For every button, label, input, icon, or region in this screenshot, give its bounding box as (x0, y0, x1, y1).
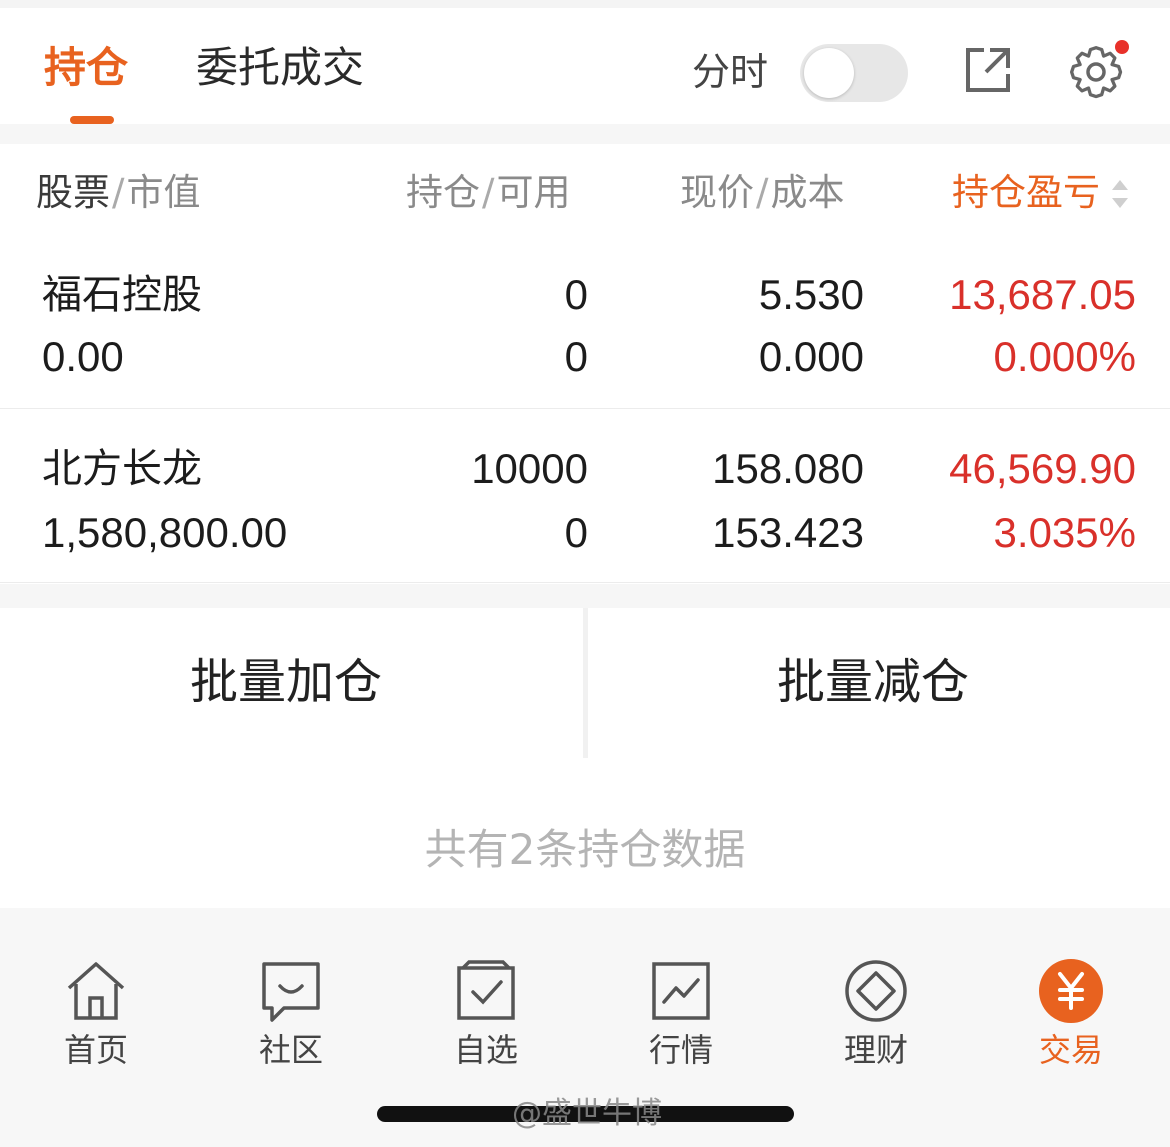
pnl-percent: 3.035% (993, 509, 1136, 556)
sort-icon[interactable] (1108, 174, 1132, 214)
pnl-percent: 0.000% (993, 333, 1136, 380)
watchlist-icon (457, 960, 515, 1020)
nav-label: 行情 (648, 1031, 713, 1069)
header-available-label: 可用 (496, 171, 571, 214)
current-price: 5.530 (758, 271, 864, 318)
batch-add-button[interactable]: 批量加仓 (190, 650, 382, 714)
section-divider (0, 584, 1170, 608)
intraday-toggle-label: 分时 (692, 50, 769, 94)
market-icon (652, 962, 710, 1020)
header-market-value-label: 市值 (126, 171, 201, 214)
column-header-price: 现价/成本 (680, 171, 845, 214)
nav-trade[interactable]: 交易 (1011, 958, 1131, 1070)
nav-wealth[interactable]: 理财 (816, 958, 936, 1070)
tab-orders[interactable]: 委托成交 (196, 42, 364, 94)
column-header-stock: 股票/市值 (36, 171, 201, 214)
nav-community[interactable]: 社区 (231, 958, 351, 1070)
position-qty: 10000 (471, 445, 588, 492)
active-tab-indicator (70, 116, 114, 124)
header-cost-label: 成本 (770, 171, 845, 214)
community-icon (262, 962, 320, 1022)
nav-home[interactable]: 首页 (36, 958, 156, 1070)
tab-holdings[interactable]: 持仓 (44, 42, 128, 94)
pnl-amount: 13,687.05 (949, 271, 1136, 318)
header-pnl-label: 持仓盈亏 (952, 171, 1100, 214)
available-qty: 0 (564, 509, 588, 556)
notification-dot (1115, 40, 1129, 54)
home-icon (67, 962, 125, 1020)
pnl-amount: 46,569.90 (949, 445, 1136, 492)
current-price: 158.080 (712, 445, 864, 492)
nav-label: 首页 (63, 1031, 128, 1069)
cost-price: 153.423 (712, 509, 864, 556)
nav-watchlist[interactable]: 自选 (426, 958, 546, 1070)
status-strip (0, 0, 1170, 8)
top-header: 持仓 委托成交 分时 (0, 8, 1170, 124)
share-external-icon[interactable] (962, 44, 1014, 96)
nav-label: 自选 (453, 1031, 518, 1069)
nav-label: 理财 (843, 1031, 908, 1069)
header-position-label: 持仓 (406, 171, 480, 214)
nav-label: 社区 (258, 1031, 323, 1069)
stock-name: 福石控股 (42, 272, 202, 318)
available-qty: 0 (564, 333, 588, 380)
stock-name: 北方长龙 (42, 446, 202, 492)
market-value: 0.00 (42, 333, 124, 380)
market-value: 1,580,800.00 (42, 509, 288, 556)
holding-row[interactable]: 北方长龙 1,580,800.00 10000 0 158.080 153.42… (0, 410, 1170, 583)
nav-label: 交易 (1038, 1031, 1103, 1069)
cost-price: 0.000 (758, 333, 864, 380)
holding-row[interactable]: 福石控股 0.00 0 0 5.530 0.000 13,687.05 0.00… (0, 246, 1170, 409)
batch-actions: 批量加仓 批量减仓 (0, 608, 1170, 760)
section-divider (0, 124, 1170, 144)
column-header-pnl[interactable]: 持仓盈亏 (952, 170, 1100, 216)
column-header-position: 持仓/可用 (406, 171, 571, 214)
header-price-label: 现价 (680, 171, 754, 214)
intraday-toggle[interactable] (800, 44, 908, 102)
gear-icon[interactable] (1066, 38, 1130, 102)
watermark: @盛世牛博 (512, 1096, 662, 1131)
header-stock-label: 股票 (36, 171, 110, 214)
batch-reduce-button[interactable]: 批量减仓 (777, 650, 969, 714)
nav-market[interactable]: 行情 (621, 958, 741, 1070)
trade-yen-icon (1039, 959, 1103, 1023)
position-qty: 0 (564, 271, 588, 318)
batch-divider (583, 608, 588, 758)
holdings-count-text: 共有2条持仓数据 (424, 825, 746, 874)
wealth-icon (845, 960, 907, 1022)
toggle-knob (804, 48, 854, 98)
